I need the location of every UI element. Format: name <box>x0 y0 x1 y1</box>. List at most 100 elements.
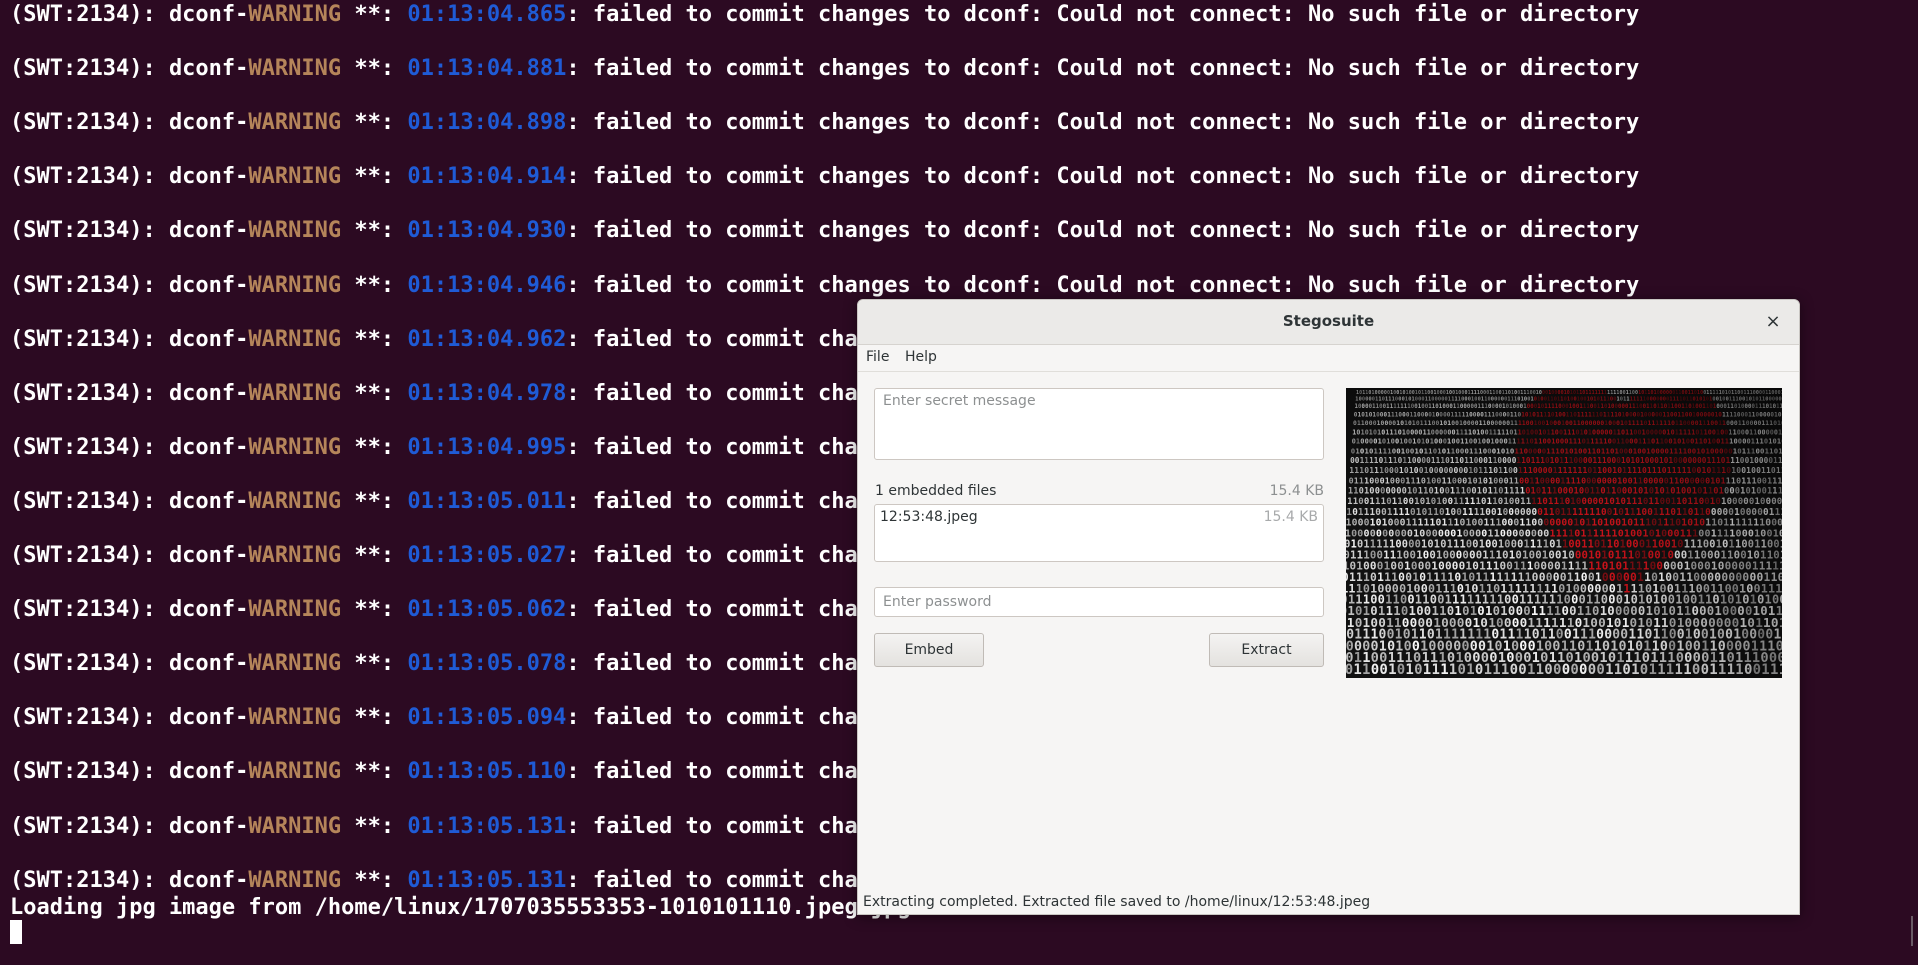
title-bar[interactable]: Stegosuite × <box>858 300 1799 345</box>
terminal-log-line: (SWT:2134): dconf-WARNING **: 01:13:05.1… <box>10 759 871 785</box>
log-timestamp: 01:13:05.110 <box>407 759 567 785</box>
log-source: (SWT:2134): dconf- <box>10 164 249 190</box>
password-input[interactable] <box>874 587 1324 617</box>
terminal-log-line: (SWT:2134): dconf-WARNING **: 01:13:05.1… <box>10 814 871 840</box>
embed-button[interactable]: Embed <box>874 633 984 667</box>
log-timestamp: 01:13:04.946 <box>407 272 567 298</box>
log-level: WARNING <box>248 110 342 136</box>
terminal-log-line: (SWT:2134): dconf-WARNING **: 01:13:05.0… <box>10 705 871 731</box>
log-source: (SWT:2134): dconf- <box>10 380 249 406</box>
log-message: : failed to commit chan <box>566 380 871 406</box>
menu-file[interactable]: File <box>866 349 889 365</box>
terminal-scrollbar[interactable] <box>1911 916 1913 946</box>
terminal-log-line: (SWT:2134): dconf-WARNING **: 01:13:04.9… <box>10 218 1639 244</box>
stegosuite-window: Stegosuite × File Help 1 embedded files … <box>857 299 1800 915</box>
close-button[interactable]: × <box>1761 310 1785 334</box>
log-level: WARNING <box>248 705 342 731</box>
terminal-cursor <box>10 920 22 944</box>
terminal-log-line: (SWT:2134): dconf-WARNING **: 01:13:04.8… <box>10 56 1639 82</box>
file-size: 15.4 KB <box>1263 509 1318 525</box>
status-message: Extracting completed. Extracted file sav… <box>863 894 1371 910</box>
log-timestamp: 01:13:04.898 <box>407 110 567 136</box>
close-icon: × <box>1765 311 1781 332</box>
terminal-log-line: (SWT:2134): dconf-WARNING **: 01:13:04.9… <box>10 381 871 407</box>
image-preview: 1011010000010010100101100100010010001111… <box>1346 388 1782 678</box>
log-source: (SWT:2134): dconf- <box>10 56 249 82</box>
log-message: : failed to commit chan <box>566 705 871 731</box>
list-item[interactable]: 12:53:48.jpeg 15.4 KB <box>875 505 1323 529</box>
log-separator: **: <box>341 813 408 839</box>
binary-heart-image: 1011010000010010100101100100010010001111… <box>1346 388 1782 678</box>
log-separator: **: <box>341 2 408 27</box>
log-level: WARNING <box>248 380 342 406</box>
window-title: Stegosuite <box>1282 312 1375 330</box>
log-level: WARNING <box>248 759 342 785</box>
log-separator: **: <box>341 759 408 785</box>
log-timestamp: 01:13:04.865 <box>407 2 567 27</box>
log-level: WARNING <box>248 272 342 298</box>
log-timestamp: 01:13:05.131 <box>407 867 567 893</box>
log-source: (SWT:2134): dconf- <box>10 488 249 514</box>
menu-help[interactable]: Help <box>905 349 937 365</box>
log-level: WARNING <box>248 326 342 352</box>
log-level: WARNING <box>248 56 342 82</box>
log-message: : failed to commit chan <box>566 326 871 352</box>
log-source: (SWT:2134): dconf- <box>10 705 249 731</box>
log-source: (SWT:2134): dconf- <box>10 434 249 460</box>
extract-button[interactable]: Extract <box>1209 633 1324 667</box>
log-level: WARNING <box>248 434 342 460</box>
log-separator: **: <box>341 488 408 514</box>
log-timestamp: 01:13:05.011 <box>407 488 567 514</box>
log-source: (SWT:2134): dconf- <box>10 867 249 893</box>
log-level: WARNING <box>248 2 342 27</box>
log-message: : failed to commit chan <box>566 488 871 514</box>
log-message: : failed to commit chan <box>566 867 871 893</box>
log-source: (SWT:2134): dconf- <box>10 218 249 244</box>
embedded-files-list[interactable]: 12:53:48.jpeg 15.4 KB <box>874 504 1324 562</box>
log-timestamp: 01:13:05.094 <box>407 705 567 731</box>
log-timestamp: 01:13:04.962 <box>407 326 567 352</box>
log-level: WARNING <box>248 867 342 893</box>
terminal-log-line: (SWT:2134): dconf-WARNING **: 01:13:05.0… <box>10 489 871 515</box>
log-message: : failed to commit changes to dconf: Cou… <box>566 2 1640 27</box>
log-message: : failed to commit chan <box>566 759 871 785</box>
log-timestamp: 01:13:04.881 <box>407 56 567 82</box>
log-source: (SWT:2134): dconf- <box>10 651 249 677</box>
log-level: WARNING <box>248 651 342 677</box>
log-separator: **: <box>341 597 408 623</box>
log-separator: **: <box>341 164 408 190</box>
log-message: : failed to commit changes to dconf: Cou… <box>566 272 1640 298</box>
log-message: : failed to commit chan <box>566 813 871 839</box>
terminal-log-line: (SWT:2134): dconf-WARNING **: 01:13:05.0… <box>10 597 871 623</box>
log-separator: **: <box>341 434 408 460</box>
terminal-log-line: (SWT:2134): dconf-WARNING **: 01:13:04.9… <box>10 327 871 353</box>
log-separator: **: <box>341 380 408 406</box>
log-message: : failed to commit chan <box>566 651 871 677</box>
log-source: (SWT:2134): dconf- <box>10 813 249 839</box>
log-source: (SWT:2134): dconf- <box>10 110 249 136</box>
log-message: : failed to commit chan <box>566 597 871 623</box>
terminal-log-line: (SWT:2134): dconf-WARNING **: 01:13:04.9… <box>10 435 871 461</box>
log-timestamp: 01:13:05.078 <box>407 651 567 677</box>
log-separator: **: <box>341 651 408 677</box>
log-timestamp: 01:13:05.062 <box>407 597 567 623</box>
terminal-log-line: (SWT:2134): dconf-WARNING **: 01:13:04.8… <box>10 110 1639 136</box>
log-level: WARNING <box>248 813 342 839</box>
log-separator: **: <box>341 705 408 731</box>
log-separator: **: <box>341 110 408 136</box>
menu-bar: File Help <box>858 345 1799 372</box>
log-source: (SWT:2134): dconf- <box>10 326 249 352</box>
log-source: (SWT:2134): dconf- <box>10 543 249 568</box>
log-message: : failed to commit chan <box>566 543 871 568</box>
log-level: WARNING <box>248 543 342 568</box>
log-timestamp: 01:13:04.978 <box>407 380 567 406</box>
terminal-log-line: (SWT:2134): dconf-WARNING **: 01:13:05.1… <box>10 868 871 894</box>
log-timestamp: 01:13:04.930 <box>407 218 567 244</box>
log-separator: **: <box>341 543 408 568</box>
terminal-loading-line: Loading jpg image from /home/linux/17070… <box>10 895 911 920</box>
terminal-log-line: (SWT:2134): dconf-WARNING **: 01:13:04.9… <box>10 273 1639 299</box>
secret-message-input[interactable] <box>874 388 1324 460</box>
log-level: WARNING <box>248 488 342 514</box>
log-source: (SWT:2134): dconf- <box>10 597 249 623</box>
log-timestamp: 01:13:04.914 <box>407 164 567 190</box>
